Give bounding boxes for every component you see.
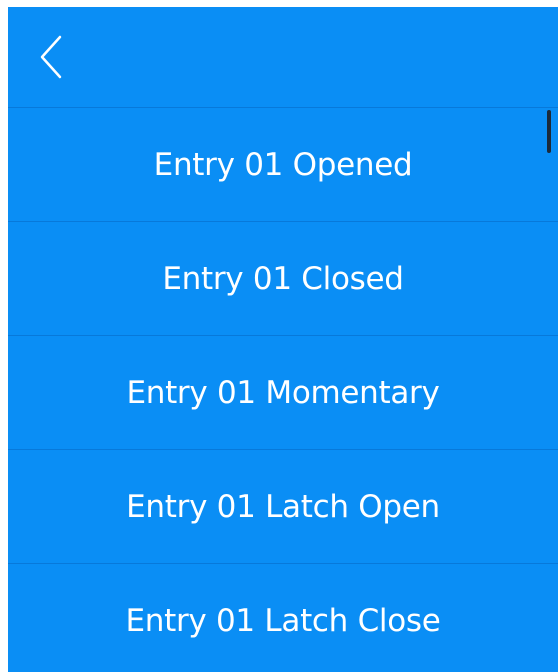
menu-item-entry-01-latch-open[interactable]: Entry 01 Latch Open (8, 449, 558, 563)
scrollbar[interactable] (547, 110, 551, 153)
menu-item-entry-01-latch-close[interactable]: Entry 01 Latch Close (8, 563, 558, 672)
menu-item-label: Entry 01 Momentary (126, 374, 440, 411)
menu-item-entry-01-opened[interactable]: Entry 01 Opened (8, 107, 558, 221)
back-button[interactable] (30, 27, 74, 87)
menu-item-entry-01-closed[interactable]: Entry 01 Closed (8, 221, 558, 335)
menu-item-label: Entry 01 Closed (162, 260, 404, 297)
menu-list: Entry 01 Opened Entry 01 Closed Entry 01… (8, 107, 558, 672)
entry-menu-screen: Entry 01 Opened Entry 01 Closed Entry 01… (8, 7, 558, 672)
menu-item-label: Entry 01 Opened (153, 146, 413, 183)
menu-item-label: Entry 01 Latch Close (125, 602, 441, 639)
menu-item-label: Entry 01 Latch Open (126, 488, 440, 525)
chevron-left-icon (40, 35, 62, 79)
menu-item-entry-01-momentary[interactable]: Entry 01 Momentary (8, 335, 558, 449)
header (8, 7, 558, 107)
